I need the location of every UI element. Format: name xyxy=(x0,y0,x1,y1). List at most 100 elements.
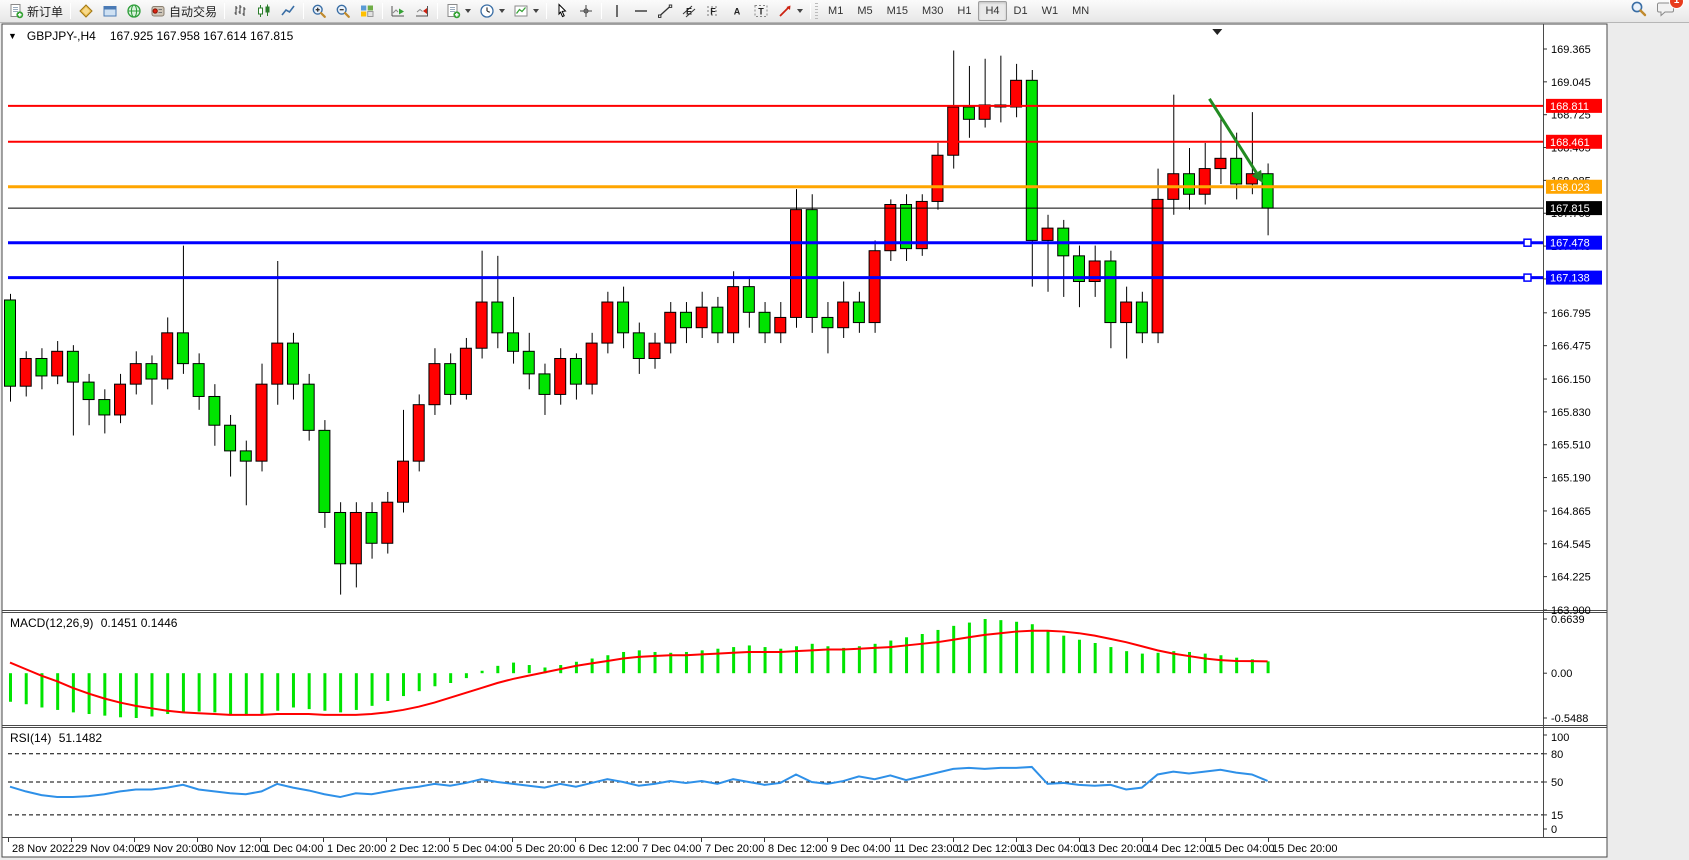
crosshair-button[interactable] xyxy=(574,1,598,21)
community-icon xyxy=(102,3,118,19)
svg-text:13 Dec 20:00: 13 Dec 20:00 xyxy=(1083,843,1148,855)
timeframe-m5[interactable]: M5 xyxy=(850,1,879,21)
svg-text:80: 80 xyxy=(1551,749,1563,761)
new-order-label: 新订单 xyxy=(27,3,63,20)
main-toolbar: 新订单 自动交易 E F A T M1M5M15M30H1H4D1W1MN 1 xyxy=(0,0,1689,23)
notifications-icon[interactable]: 1 xyxy=(1657,0,1675,22)
svg-text:167.478: 167.478 xyxy=(1550,238,1590,250)
periods-button[interactable] xyxy=(475,1,509,21)
tile-windows-button[interactable] xyxy=(355,1,379,21)
indicators-button[interactable] xyxy=(441,1,475,21)
timeframe-m15[interactable]: M15 xyxy=(880,1,915,21)
timeframe-m30[interactable]: M30 xyxy=(915,1,950,21)
timeframe-w1[interactable]: W1 xyxy=(1035,1,1066,21)
svg-text:164.865: 164.865 xyxy=(1551,506,1591,518)
search-icon[interactable] xyxy=(1630,0,1647,22)
svg-text:11 Dec 23:00: 11 Dec 23:00 xyxy=(894,843,959,855)
svg-text:8 Dec 12:00: 8 Dec 12:00 xyxy=(768,843,827,855)
svg-text:15: 15 xyxy=(1551,810,1563,822)
zoom-in-button[interactable] xyxy=(307,1,331,21)
svg-text:166.795: 166.795 xyxy=(1551,308,1591,320)
timeframe-mn[interactable]: MN xyxy=(1065,1,1096,21)
bar-chart-button[interactable] xyxy=(228,1,252,21)
svg-text:15 Dec 20:00: 15 Dec 20:00 xyxy=(1272,843,1337,855)
macd-name: MACD(12,26,9) xyxy=(10,616,93,630)
macd-indicator-label: MACD(12,26,9) 0.1451 0.1446 xyxy=(10,616,181,630)
new-order-button[interactable]: 新订单 xyxy=(4,1,67,21)
toolbar-separator xyxy=(303,3,304,19)
signals-button[interactable] xyxy=(122,1,146,21)
svg-text:13 Dec 04:00: 13 Dec 04:00 xyxy=(1020,843,1085,855)
svg-text:2 Dec 12:00: 2 Dec 12:00 xyxy=(390,843,449,855)
svg-text:50: 50 xyxy=(1551,777,1563,789)
timeframe-h4[interactable]: H4 xyxy=(978,1,1006,21)
auto-scroll-button[interactable] xyxy=(386,1,410,21)
arrows-button[interactable] xyxy=(773,1,807,21)
candle-chart-button[interactable] xyxy=(252,1,276,21)
cursor-button[interactable] xyxy=(550,1,574,21)
svg-text:T: T xyxy=(758,7,764,17)
toolbar-separator xyxy=(546,3,547,19)
market-button[interactable] xyxy=(74,1,98,21)
timeframe-h1[interactable]: H1 xyxy=(950,1,978,21)
svg-text:166.475: 166.475 xyxy=(1551,341,1591,353)
svg-text:165.190: 165.190 xyxy=(1551,473,1591,485)
svg-text:E: E xyxy=(686,7,692,17)
arrows-dropdown-caret[interactable] xyxy=(797,9,803,13)
svg-text:-0.5488: -0.5488 xyxy=(1551,713,1588,725)
channel-button[interactable]: E xyxy=(677,1,701,21)
toolbar-separator xyxy=(437,3,438,19)
horizontal-line-button[interactable] xyxy=(629,1,653,21)
svg-text:29 Nov 04:00: 29 Nov 04:00 xyxy=(75,843,140,855)
svg-text:164.225: 164.225 xyxy=(1551,572,1591,584)
crosshair-icon xyxy=(578,3,594,19)
trendline-button[interactable] xyxy=(653,1,677,21)
timeframe-d1[interactable]: D1 xyxy=(1007,1,1035,21)
text-label-button[interactable]: T xyxy=(749,1,773,21)
svg-text:5 Dec 04:00: 5 Dec 04:00 xyxy=(453,843,512,855)
text-label-icon: T xyxy=(753,3,769,19)
svg-text:7 Dec 04:00: 7 Dec 04:00 xyxy=(642,843,701,855)
new-order-icon xyxy=(8,3,24,19)
svg-text:169.045: 169.045 xyxy=(1551,77,1591,89)
vertical-line-button[interactable] xyxy=(605,1,629,21)
timeframe-m1[interactable]: M1 xyxy=(821,1,850,21)
line-handle[interactable] xyxy=(1524,274,1531,281)
svg-text:0.6639: 0.6639 xyxy=(1551,614,1585,626)
fibonacci-icon: F xyxy=(705,3,721,19)
community-button[interactable] xyxy=(98,1,122,21)
line-chart-button[interactable] xyxy=(276,1,300,21)
fibonacci-button[interactable]: F xyxy=(701,1,725,21)
toolbar-separator xyxy=(810,3,811,19)
svg-text:A: A xyxy=(734,7,741,17)
svg-text:1 Dec 04:00: 1 Dec 04:00 xyxy=(264,843,323,855)
svg-text:100: 100 xyxy=(1551,732,1569,744)
svg-text:167.138: 167.138 xyxy=(1550,273,1590,285)
tile-windows-icon xyxy=(359,3,375,19)
svg-text:29 Nov 20:00: 29 Nov 20:00 xyxy=(138,843,203,855)
zoom-out-button[interactable] xyxy=(331,1,355,21)
chart-symbol-header: ▼ GBPJPY-,H4 167.925 167.958 167.614 167… xyxy=(8,29,297,43)
autotrading-button[interactable]: 自动交易 xyxy=(146,1,221,21)
trendline-icon xyxy=(657,3,673,19)
svg-text:165.510: 165.510 xyxy=(1551,440,1591,452)
indicators-icon xyxy=(445,3,461,19)
notification-badge: 1 xyxy=(1670,0,1683,8)
candle-chart-icon xyxy=(256,3,272,19)
svg-text:15 Dec 04:00: 15 Dec 04:00 xyxy=(1209,843,1274,855)
indicators-dropdown-caret[interactable] xyxy=(465,9,471,13)
svg-text:168.811: 168.811 xyxy=(1550,101,1589,113)
templates-button[interactable] xyxy=(509,1,543,21)
chart-canvas[interactable]: 169.365169.045168.725168.405168.085167.7… xyxy=(0,0,1689,860)
text-button[interactable]: A xyxy=(725,1,749,21)
auto-scroll-icon xyxy=(390,3,406,19)
svg-text:164.545: 164.545 xyxy=(1551,539,1591,551)
periods-dropdown-caret[interactable] xyxy=(499,9,505,13)
toolbar-separator xyxy=(70,3,71,19)
templates-dropdown-caret[interactable] xyxy=(533,9,539,13)
line-handle[interactable] xyxy=(1524,239,1531,246)
svg-text:12 Dec 12:00: 12 Dec 12:00 xyxy=(957,843,1022,855)
chart-shift-button[interactable] xyxy=(410,1,434,21)
toolbar-separator xyxy=(382,3,383,19)
one-click-trading-expander[interactable]: ▼ xyxy=(8,31,17,41)
